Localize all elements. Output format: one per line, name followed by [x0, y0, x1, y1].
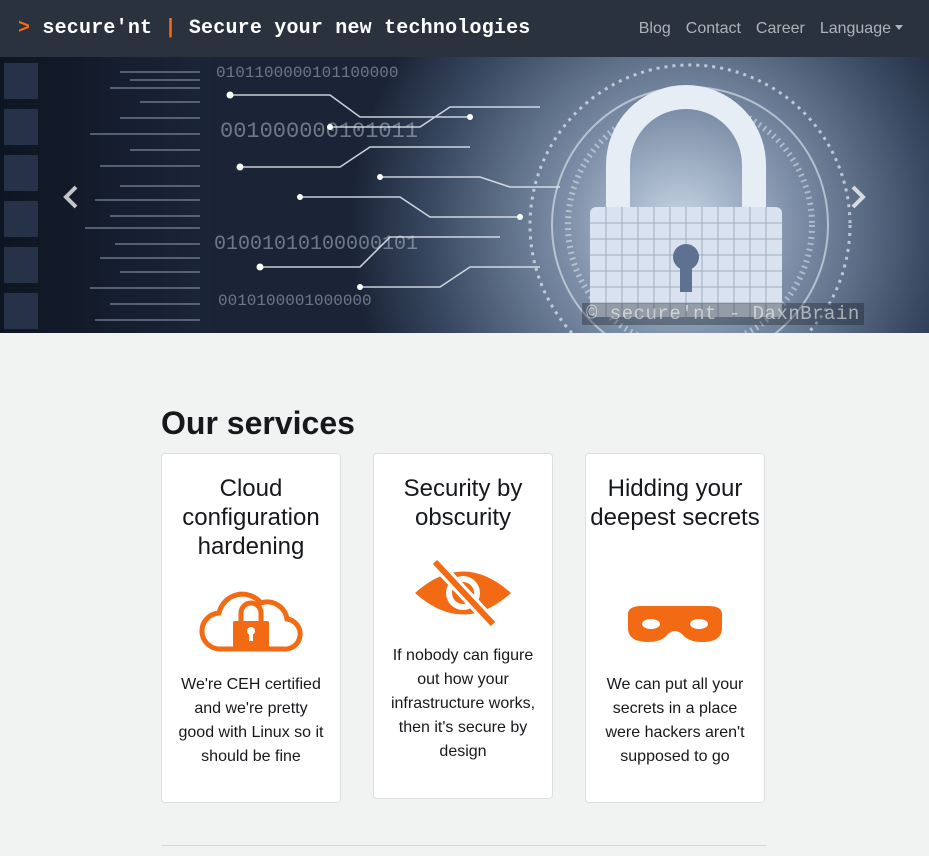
card-title: Cloud configuration hardening — [182, 475, 320, 560]
nav-link-contact[interactable]: Contact — [686, 20, 741, 38]
mask-icon — [628, 606, 722, 642]
brand-prompt: > — [18, 17, 31, 40]
card-title: Hidding your deepest secrets — [590, 475, 760, 531]
service-card-secrets: Hidding your deepest secrets We can put … — [585, 453, 765, 803]
service-card-cloud: Cloud configuration hardening We're CEH … — [161, 453, 341, 803]
binary-row: 01001010100000101 — [214, 233, 418, 256]
brand-name: secure'nt — [42, 17, 153, 40]
nav-links: Blog Contact Career Language — [624, 20, 903, 38]
cloud-lock-icon — [199, 591, 303, 652]
hero-image: 0101100000101100000 001000000101011 0100… — [0, 57, 929, 333]
carousel-next-button[interactable] — [837, 177, 877, 217]
brand-separator: | — [164, 17, 177, 40]
language-dropdown[interactable]: Language — [820, 20, 903, 38]
nav-link-career[interactable]: Career — [756, 20, 805, 38]
binary-row: 001000000101011 — [220, 119, 418, 144]
binary-row: 0101100000101100000 — [216, 64, 398, 82]
language-label: Language — [819, 20, 891, 37]
section-divider — [161, 845, 767, 846]
card-text: We can put all your secrets in a place w… — [605, 676, 745, 765]
card-title: Security by obscurity — [403, 475, 523, 531]
image-watermark: © secure'nt - DaxnBrain — [582, 303, 864, 325]
card-text: If nobody can figure out how your infras… — [390, 647, 536, 760]
chevron-left-icon — [63, 185, 78, 209]
nav-link-blog[interactable]: Blog — [639, 20, 671, 38]
navbar: > secure'nt | Secure your new technologi… — [0, 0, 929, 57]
chevron-right-icon — [851, 185, 866, 209]
card-text: We're CEH certified and we're pretty goo… — [178, 676, 324, 765]
binary-row: 0010100001000000 — [218, 292, 372, 310]
brand[interactable]: > secure'nt | Secure your new technologi… — [18, 17, 531, 40]
services-heading: Our services — [161, 405, 355, 441]
caret-down-icon — [895, 25, 903, 30]
hero-carousel: 0101100000101100000 001000000101011 0100… — [0, 57, 929, 333]
eye-slash-icon — [415, 560, 511, 626]
carousel-prev-button[interactable] — [52, 177, 92, 217]
service-card-obscurity: Security by obscurity If nobody can figu… — [373, 453, 553, 799]
brand-tagline: Secure your new technologies — [188, 17, 531, 40]
